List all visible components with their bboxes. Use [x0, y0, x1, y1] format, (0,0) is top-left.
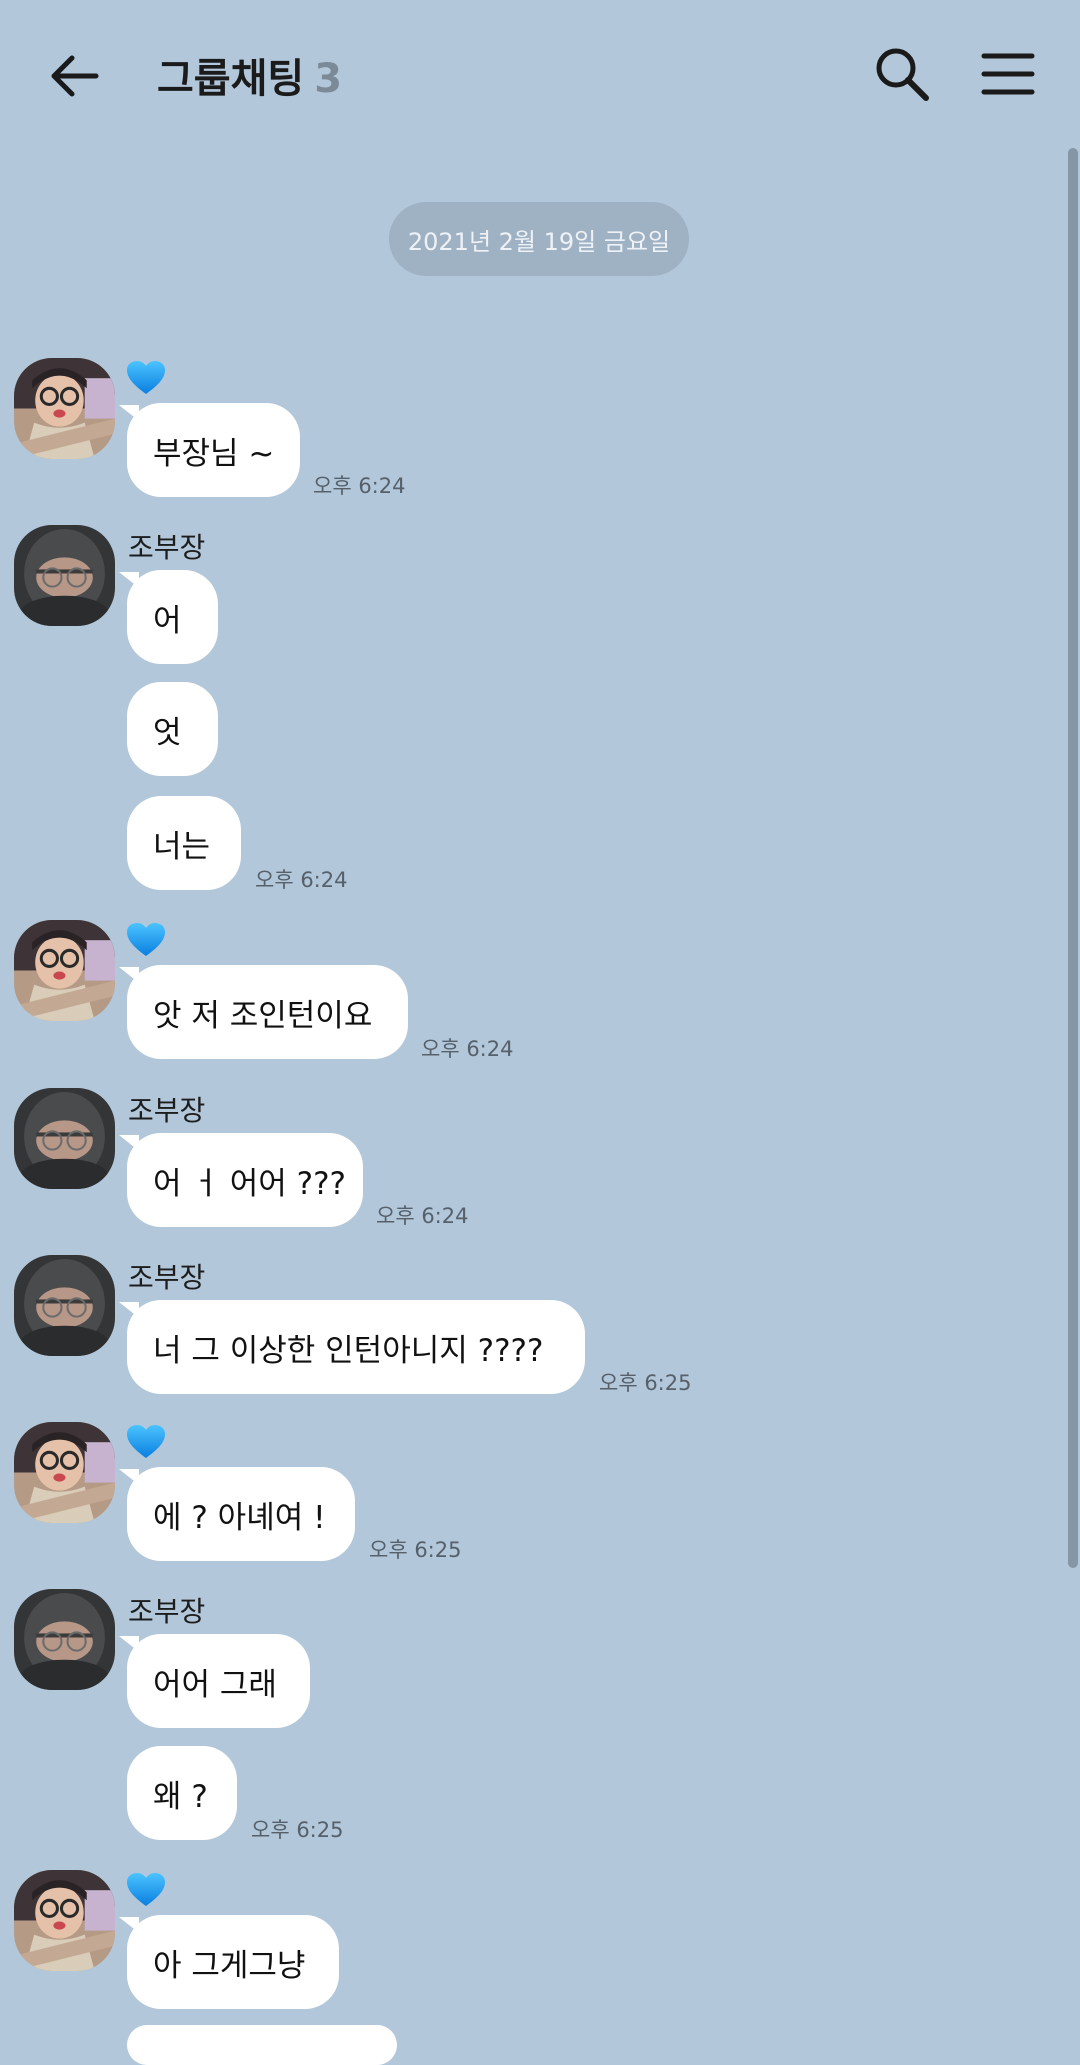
chat-title: 그룹채팅 3 [157, 46, 342, 104]
sender-name: 조부장 [128, 1261, 206, 1294]
sender-name: 조부장 [128, 1094, 206, 1127]
avatar[interactable] [14, 1422, 115, 1523]
message-bubble[interactable]: 에 ? 아녜여 ! [119, 1467, 355, 1561]
message-bubble[interactable]: 부장님 ~ [119, 403, 300, 497]
message-time: 오후 6:24 [376, 1204, 469, 1228]
back-arrow-icon[interactable] [44, 44, 108, 108]
message-bubble[interactable]: 왜 ? [127, 1746, 237, 1840]
message-time: 오후 6:25 [251, 1818, 344, 1842]
message-bubble[interactable]: 어어 그래 [119, 1634, 310, 1728]
message-bubble[interactable]: 어 [119, 570, 218, 664]
avatar[interactable] [14, 1255, 115, 1356]
date-divider: 2021년 2월 19일 금요일 [389, 202, 689, 276]
avatar[interactable] [14, 1589, 115, 1690]
avatar[interactable] [14, 1870, 115, 1971]
message-time: 오후 6:25 [369, 1538, 462, 1562]
message-time: 오후 6:25 [599, 1371, 692, 1395]
chat-room-name: 그룹채팅 [157, 56, 305, 102]
scrollbar[interactable] [1068, 148, 1078, 1568]
blue-heart-icon [126, 360, 166, 396]
chat-header: 그룹채팅 3 [0, 0, 1080, 150]
avatar[interactable] [14, 525, 115, 626]
message-bubble[interactable]: 엇 [127, 682, 218, 776]
hamburger-menu-icon[interactable] [976, 42, 1040, 106]
sender-name: 조부장 [128, 1595, 206, 1628]
message-bubble[interactable]: 너는 [127, 796, 241, 890]
message-time: 오후 6:24 [313, 474, 406, 498]
message-bubble[interactable]: 너 그 이상한 인턴아니지 ???? [119, 1300, 585, 1394]
message-bubble-partial[interactable] [127, 2025, 397, 2065]
message-time: 오후 6:24 [421, 1037, 514, 1061]
member-count: 3 [314, 56, 343, 102]
message-time: 오후 6:24 [255, 868, 348, 892]
message-bubble[interactable]: 아 그게그냥 [119, 1915, 339, 2009]
message-bubble[interactable]: 어 ㅓ 어어 ??? [119, 1133, 363, 1227]
search-icon[interactable] [870, 42, 934, 106]
avatar[interactable] [14, 1088, 115, 1189]
avatar[interactable] [14, 358, 115, 459]
sender-name: 조부장 [128, 531, 206, 564]
blue-heart-icon [126, 1424, 166, 1460]
blue-heart-icon [126, 1872, 166, 1908]
blue-heart-icon [126, 922, 166, 958]
avatar[interactable] [14, 920, 115, 1021]
message-bubble[interactable]: 앗 저 조인턴이요 [119, 965, 408, 1059]
